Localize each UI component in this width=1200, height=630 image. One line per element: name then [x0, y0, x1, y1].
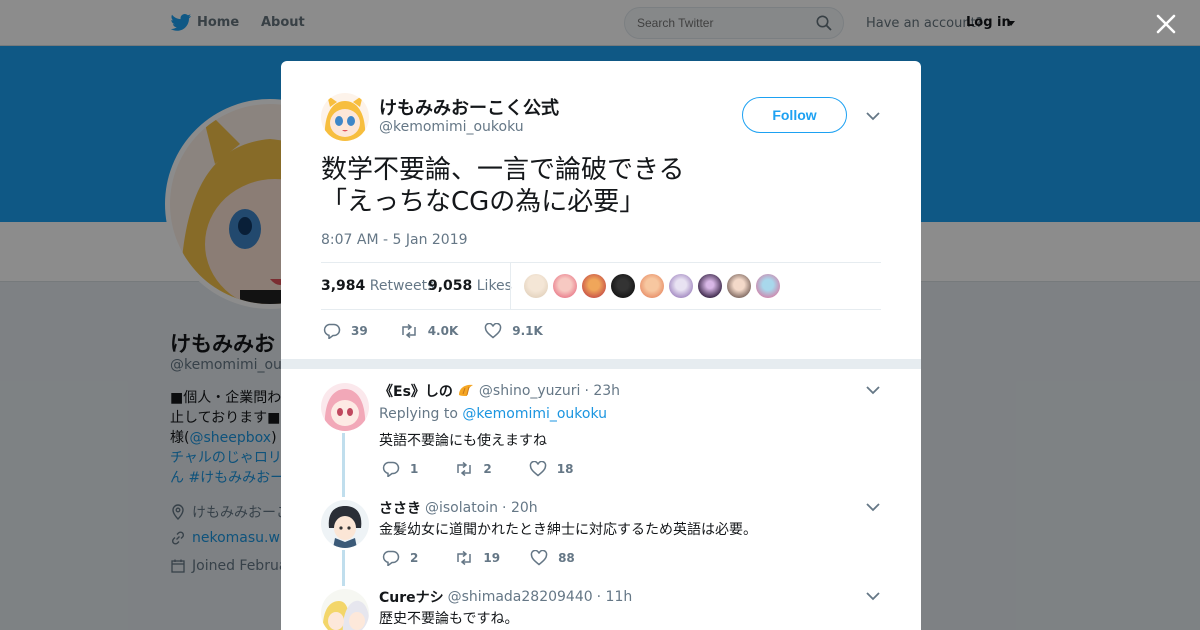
like-count: 88 [558, 551, 575, 565]
reply-author-name[interactable]: Cureナシ [379, 587, 444, 607]
like-count: 9.1K [512, 324, 543, 338]
retweet-action[interactable]: 2 [455, 461, 492, 477]
reply-icon [323, 323, 341, 339]
reply-header: ささき @isolatoin · 20h [379, 498, 538, 518]
close-icon[interactable] [1154, 12, 1178, 36]
reply-header: Cureナシ @shimada28209440 · 11h [379, 587, 632, 607]
retweet-icon [457, 461, 472, 477]
reply-count: 2 [410, 551, 419, 565]
reply-action[interactable]: 1 [382, 461, 418, 477]
reply-text: 英語不要論にも使えますね [379, 433, 547, 449]
thread-line [342, 550, 345, 586]
reply-header: 《Es》しの @shino_yuzuri · 23h [379, 381, 620, 401]
reply-avatar[interactable] [321, 383, 369, 431]
liker-avatar[interactable] [611, 274, 635, 298]
replying-to-label: Replying to [379, 406, 458, 422]
tweet-text: 数学不要論、一言で論破できる 「えっちなCGの為に必要」 [321, 155, 685, 217]
reply-avatar-illustration [321, 383, 369, 431]
liker-avatar[interactable] [524, 274, 548, 298]
reply-text: 歴史不要論もですね。 [379, 611, 519, 627]
reply-time[interactable]: · 11h [597, 589, 633, 605]
heart-icon [529, 461, 546, 477]
reply-time[interactable]: · 20h [502, 500, 538, 516]
liker-avatar[interactable] [698, 274, 722, 298]
retweet-count: 2 [483, 462, 492, 476]
likes-stat[interactable]: 9,058 Likes [428, 278, 512, 294]
replies-separator [281, 359, 921, 369]
reply-actions: 2 19 88 [382, 550, 575, 566]
author-avatar-illustration [321, 93, 369, 141]
retweets-label: Retweets [369, 278, 435, 294]
likes-label: Likes [476, 278, 512, 294]
author-avatar[interactable] [321, 93, 369, 141]
retweet-action[interactable]: 4.0K [400, 323, 459, 339]
stats-divider [510, 263, 511, 309]
like-action[interactable]: 18 [529, 461, 574, 477]
like-count: 18 [556, 462, 574, 476]
follow-button[interactable]: Follow [742, 97, 847, 133]
reply-action[interactable]: 39 [323, 323, 368, 339]
retweets-stat[interactable]: 3,984 Retweets [321, 278, 434, 294]
like-action[interactable]: 9.1K [484, 323, 543, 339]
chevron-down-icon[interactable] [866, 111, 880, 121]
liker-avatar[interactable] [553, 274, 577, 298]
liker-avatar[interactable] [727, 274, 751, 298]
tweet-stats: 3,984 Retweets 9,058 Likes [321, 262, 881, 310]
reply-time[interactable]: · 23h [584, 383, 620, 399]
reply-avatar[interactable] [321, 500, 369, 548]
liker-avatar[interactable] [756, 274, 780, 298]
reply-icon [382, 550, 400, 566]
croissant-icon [458, 384, 473, 396]
retweet-action[interactable]: 19 [455, 550, 500, 566]
chevron-down-icon[interactable] [866, 502, 880, 512]
retweets-count: 3,984 [321, 278, 366, 294]
retweet-icon [401, 323, 416, 339]
author-name[interactable]: けもみみおーこく公式 [379, 94, 559, 120]
heart-icon [530, 550, 548, 566]
reply-count: 1 [410, 462, 419, 476]
thread-line [342, 433, 345, 497]
liker-avatar[interactable] [582, 274, 606, 298]
liker-avatars [524, 274, 780, 298]
reply-avatar[interactable] [321, 589, 369, 630]
likes-count: 9,058 [428, 278, 473, 294]
retweet-count: 19 [483, 551, 501, 565]
reply-author-name[interactable]: ささき [379, 498, 421, 518]
liker-avatar[interactable] [669, 274, 693, 298]
heart-icon [485, 323, 502, 339]
chevron-down-icon[interactable] [866, 385, 880, 395]
reply-actions: 1 2 18 [382, 461, 573, 477]
reply-author-name[interactable]: 《Es》しの [379, 381, 453, 401]
like-action[interactable]: 88 [530, 550, 575, 566]
reply-avatar-illustration [321, 589, 369, 630]
reply-author-handle[interactable]: @shino_yuzuri [479, 383, 581, 399]
author-handle[interactable]: @kemomimi_oukoku [379, 119, 524, 135]
liker-avatar[interactable] [640, 274, 664, 298]
tweet-modal: けもみみおーこく公式 @kemomimi_oukoku Follow 数学不要論… [281, 61, 921, 630]
replying-to: Replying to @kemomimi_oukoku [379, 406, 607, 422]
reply-author-handle[interactable]: @shimada28209440 [448, 589, 593, 605]
reply-action[interactable]: 2 [382, 550, 418, 566]
retweet-count: 4.0K [427, 324, 459, 338]
chevron-down-icon[interactable] [866, 591, 880, 601]
reply-author-handle[interactable]: @isolatoin [425, 500, 498, 516]
retweet-icon [457, 550, 472, 566]
tweet-timestamp[interactable]: 8:07 AM - 5 Jan 2019 [321, 232, 468, 248]
reply-icon [382, 461, 400, 477]
reply-avatar-illustration [321, 500, 369, 548]
tweet-actions: 39 4.0K 9.1K [323, 323, 543, 339]
reply-count: 39 [351, 324, 368, 338]
replying-to-link[interactable]: @kemomimi_oukoku [462, 406, 607, 422]
reply-text: 金髪幼女に道聞かれたとき紳士に対応するため英語は必要。 [379, 522, 757, 538]
